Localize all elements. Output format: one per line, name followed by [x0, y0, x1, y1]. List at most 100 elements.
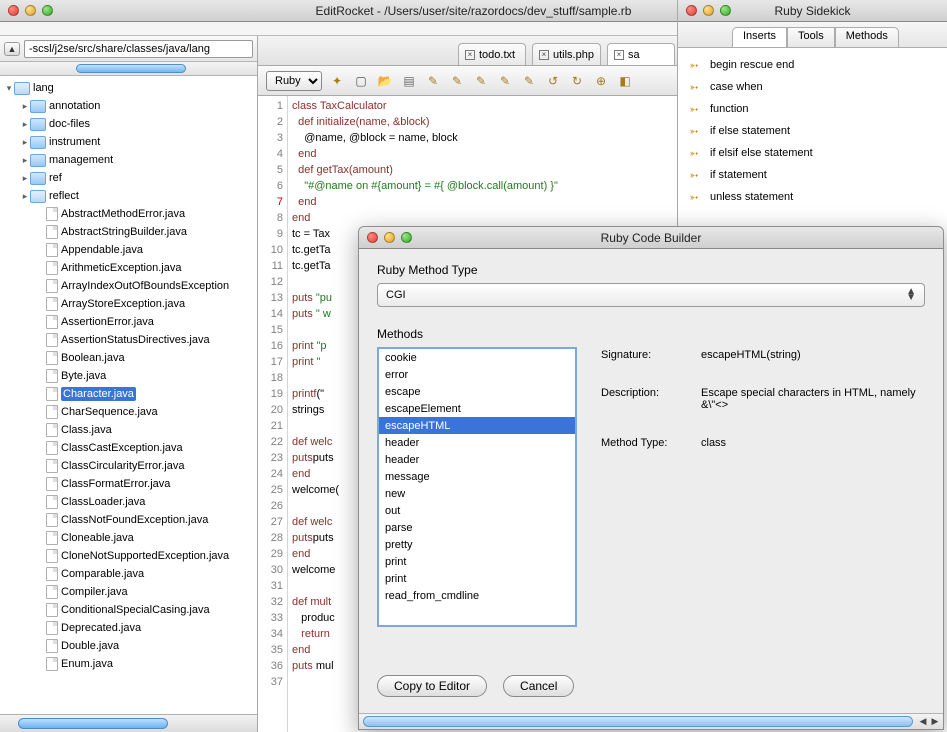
sidekick-insert-item[interactable]: ➳case when [686, 76, 939, 98]
path-scroll[interactable] [0, 62, 257, 76]
tree-file[interactable]: Byte.java [0, 367, 257, 385]
method-option[interactable]: print [379, 570, 575, 587]
tree-file[interactable]: ClassCircularityError.java [0, 457, 257, 475]
methods-listbox[interactable]: cookieerrorescapeescapeElementescapeHTML… [377, 347, 577, 627]
sidekick-insert-item[interactable]: ➳if statement [686, 164, 939, 186]
tree-folder[interactable]: ▸instrument [0, 133, 257, 151]
tool-icon-8[interactable]: ⊕ [592, 72, 610, 90]
sidekick-close-button[interactable] [686, 5, 697, 16]
tool-icon-2[interactable]: ✎ [448, 72, 466, 90]
tree-file[interactable]: ConditionalSpecialCasing.java [0, 601, 257, 619]
tree-file[interactable]: ClassFormatError.java [0, 475, 257, 493]
tree-file[interactable]: AbstractStringBuilder.java [0, 223, 257, 241]
dialog-close-button[interactable] [367, 232, 378, 243]
tree-folder[interactable]: ▸doc-files [0, 115, 257, 133]
close-window-button[interactable] [8, 5, 19, 16]
path-up-button[interactable]: ▲ [4, 42, 20, 56]
sidekick-insert-item[interactable]: ➳unless statement [686, 186, 939, 208]
tree-file[interactable]: Boolean.java [0, 349, 257, 367]
dialog-title: Ruby Code Builder [359, 231, 943, 245]
open-file-icon[interactable]: 📂 [376, 72, 394, 90]
tree-folder[interactable]: ▸ref [0, 169, 257, 187]
tree-file[interactable]: ClassLoader.java [0, 493, 257, 511]
tree-file[interactable]: Class.java [0, 421, 257, 439]
tree-file[interactable]: ClassNotFoundException.java [0, 511, 257, 529]
minimize-window-button[interactable] [25, 5, 36, 16]
sidekick-tab[interactable]: Inserts [732, 27, 787, 47]
method-option[interactable]: print [379, 553, 575, 570]
dialog-hscroll[interactable]: ◀ ▶ [359, 713, 943, 729]
editor-tab[interactable]: ×sa [607, 43, 675, 65]
language-select[interactable]: Ruby [266, 71, 322, 91]
chevron-updown-icon: ▲▼ [906, 289, 916, 301]
method-option[interactable]: parse [379, 519, 575, 536]
close-tab-icon[interactable]: × [465, 50, 475, 60]
tool-icon-5[interactable]: ✎ [520, 72, 538, 90]
editor-tab[interactable]: ×utils.php [532, 43, 601, 65]
close-tab-icon[interactable]: × [614, 50, 624, 60]
zoom-window-button[interactable] [42, 5, 53, 16]
file-tree[interactable]: ▾lang▸annotation▸doc-files▸instrument▸ma… [0, 76, 257, 714]
tree-file[interactable]: CloneNotSupportedException.java [0, 547, 257, 565]
sidekick-minimize-button[interactable] [703, 5, 714, 16]
tree-file[interactable]: AssertionStatusDirectives.java [0, 331, 257, 349]
sidekick-zoom-button[interactable] [720, 5, 731, 16]
tree-file[interactable]: AssertionError.java [0, 313, 257, 331]
new-file-icon[interactable]: ▢ [352, 72, 370, 90]
method-option[interactable]: new [379, 485, 575, 502]
tool-icon-9[interactable]: ◧ [616, 72, 634, 90]
sidekick-tab[interactable]: Methods [835, 27, 899, 47]
tree-file[interactable]: Appendable.java [0, 241, 257, 259]
method-option[interactable]: header [379, 434, 575, 451]
sidekick-insert-item[interactable]: ➳begin rescue end [686, 54, 939, 76]
sidekick-insert-item[interactable]: ➳if else statement [686, 120, 939, 142]
method-option[interactable]: cookie [379, 349, 575, 366]
cancel-button[interactable]: Cancel [503, 675, 574, 697]
tree-file[interactable]: AbstractMethodError.java [0, 205, 257, 223]
dialog-minimize-button[interactable] [384, 232, 395, 243]
method-type-select[interactable]: CGI ▲▼ [377, 283, 925, 307]
tree-file[interactable]: Cloneable.java [0, 529, 257, 547]
method-option[interactable]: escape [379, 383, 575, 400]
tree-file[interactable]: Comparable.java [0, 565, 257, 583]
method-option[interactable]: out [379, 502, 575, 519]
path-input[interactable] [24, 40, 253, 58]
tree-folder[interactable]: ▸management [0, 151, 257, 169]
tree-file[interactable]: Deprecated.java [0, 619, 257, 637]
tree-file[interactable]: Compiler.java [0, 583, 257, 601]
tree-file[interactable]: ClassCastException.java [0, 439, 257, 457]
sidebar-hscroll[interactable] [0, 714, 257, 732]
editor-tab[interactable]: ×todo.txt [458, 43, 526, 65]
method-option[interactable]: header [379, 451, 575, 468]
dialog-zoom-button[interactable] [401, 232, 412, 243]
method-option[interactable]: message [379, 468, 575, 485]
tree-folder[interactable]: ▸annotation [0, 97, 257, 115]
method-option[interactable]: escapeHTML [379, 417, 575, 434]
save-file-icon[interactable]: ▤ [400, 72, 418, 90]
method-option[interactable]: error [379, 366, 575, 383]
tool-icon-1[interactable]: ✎ [424, 72, 442, 90]
dialog-titlebar: Ruby Code Builder [359, 227, 943, 249]
tool-icon-7[interactable]: ↻ [568, 72, 586, 90]
method-option[interactable]: escapeElement [379, 400, 575, 417]
tool-icon-6[interactable]: ↺ [544, 72, 562, 90]
tree-file[interactable]: ArrayIndexOutOfBoundsException [0, 277, 257, 295]
tree-file[interactable]: ArrayStoreException.java [0, 295, 257, 313]
tree-file[interactable]: Enum.java [0, 655, 257, 673]
method-option[interactable]: pretty [379, 536, 575, 553]
wand-icon[interactable]: ✦ [328, 72, 346, 90]
sidekick-insert-item[interactable]: ➳function [686, 98, 939, 120]
tree-file[interactable]: CharSequence.java [0, 403, 257, 421]
tree-file[interactable]: Double.java [0, 637, 257, 655]
tool-icon-3[interactable]: ✎ [472, 72, 490, 90]
sidekick-tab[interactable]: Tools [787, 27, 835, 47]
tree-file[interactable]: ArithmeticException.java [0, 259, 257, 277]
sidekick-insert-item[interactable]: ➳if elsif else statement [686, 142, 939, 164]
tree-folder[interactable]: ▸reflect [0, 187, 257, 205]
close-tab-icon[interactable]: × [539, 50, 549, 60]
method-option[interactable]: read_from_cmdline [379, 587, 575, 604]
tree-folder[interactable]: ▾lang [0, 79, 257, 97]
copy-to-editor-button[interactable]: Copy to Editor [377, 675, 487, 697]
tree-file[interactable]: Character.java [0, 385, 257, 403]
tool-icon-4[interactable]: ✎ [496, 72, 514, 90]
